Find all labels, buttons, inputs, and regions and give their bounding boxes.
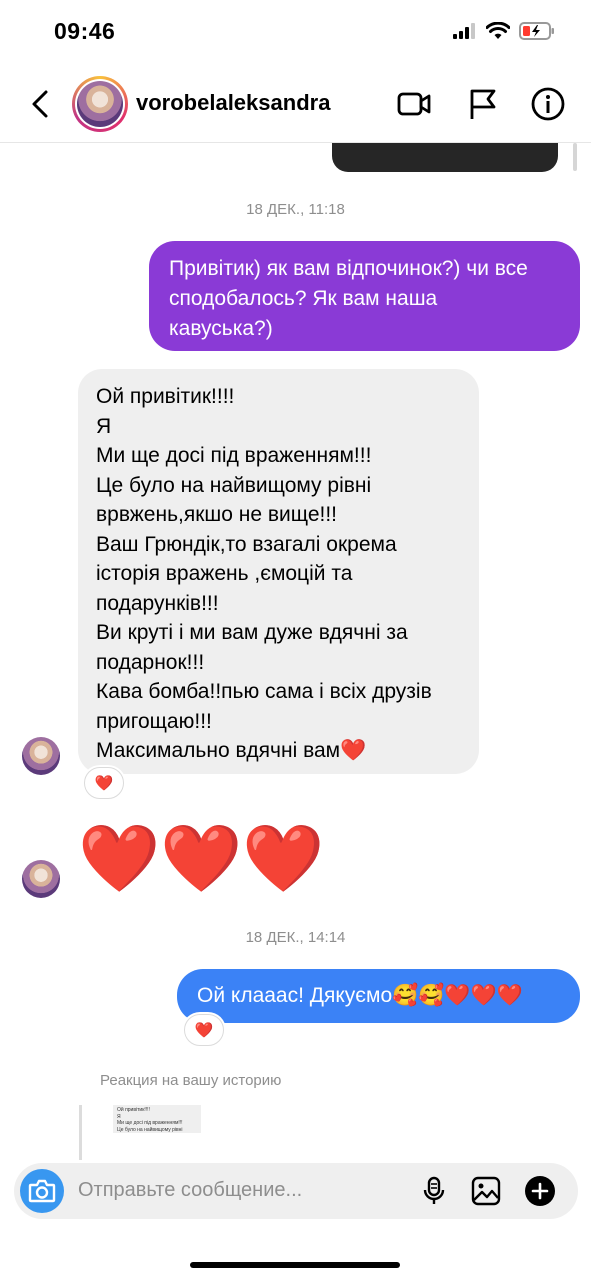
profile-avatar[interactable] [72,76,128,132]
message-thread[interactable]: 18 ДЕК., 11:18 Привітик) як вам відпочин… [0,143,591,1160]
story-reply-divider [79,1105,82,1160]
sender-avatar[interactable] [22,860,60,898]
microphone-icon[interactable] [418,1175,450,1207]
avatar-image [77,81,123,127]
signal-icon [453,23,475,39]
home-indicator[interactable] [190,1262,400,1268]
battery-icon [519,22,554,40]
wifi-icon [486,22,510,39]
username[interactable]: vorobelaleksandra [136,90,330,116]
outgoing-message[interactable]: Привітик) як вам відпочинок?) чи все спо… [149,241,580,351]
camera-button[interactable] [20,1169,64,1213]
incoming-message[interactable]: Ой привітик!!!! Я Ми ще досі під враженн… [78,369,479,774]
status-time: 09:46 [54,18,116,44]
incoming-message-text: Ой привітик!!!! Я Ми ще досі під враженн… [96,385,432,762]
previous-message-bubble[interactable] [332,143,558,172]
message-timestamp: 18 ДЕК., 14:14 [245,929,346,946]
story-thumbnail[interactable]: Ой привітик!!!! Я Ми ще досі під враженн… [113,1105,201,1133]
info-icon[interactable] [530,86,566,122]
flag-icon[interactable] [465,86,501,122]
back-icon[interactable] [22,86,58,122]
video-call-icon[interactable] [396,86,432,122]
outgoing-message-text: Привітик) як вам відпочинок?) чи все спо… [169,257,528,340]
scrollbar[interactable] [573,143,577,171]
story-reaction-label: Реакция на вашу историю [100,1072,282,1089]
message-timestamp: 18 ДЕК., 11:18 [246,201,345,218]
heart-reaction[interactable]: ❤️ [84,767,124,799]
outgoing-message-text: Ой клааас! Дякуємо🥰🥰❤️❤️❤️ [197,984,523,1007]
heart-reaction[interactable]: ❤️ [184,1014,224,1046]
gallery-icon[interactable] [470,1175,502,1207]
outgoing-message[interactable]: Ой клааас! Дякуємо🥰🥰❤️❤️❤️ [177,969,580,1023]
sender-avatar[interactable] [22,737,60,775]
camera-icon [28,1179,56,1203]
message-composer[interactable]: Отправьте сообщение... [14,1163,578,1219]
add-icon[interactable] [524,1175,556,1207]
status-icons [453,22,555,40]
status-bar: 09:46 [0,0,591,66]
chat-header: vorobelaleksandra [0,66,591,143]
incoming-hearts-message[interactable]: ❤️❤️❤️ [78,825,325,891]
message-input[interactable]: Отправьте сообщение... [78,1179,302,1202]
